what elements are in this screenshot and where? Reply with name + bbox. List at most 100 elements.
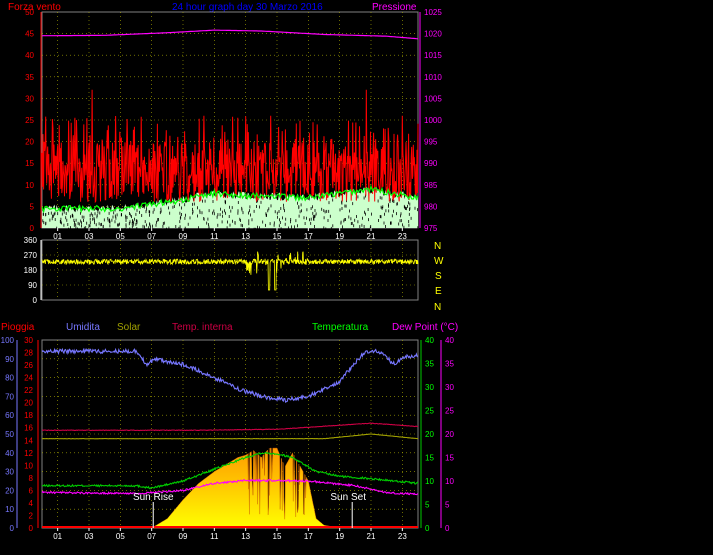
x-tick-label: 09 xyxy=(179,532,188,541)
humidity-series xyxy=(41,347,419,403)
solar-line xyxy=(42,433,418,440)
humidity-label: Umidita xyxy=(66,322,100,333)
wind-left-axis: 0 5 10 15 20 25 30 35 40 45 50 xyxy=(25,8,42,233)
rain-tick-label: 8 xyxy=(29,474,34,483)
dew-point-label: Dew Point (°C) xyxy=(392,322,458,333)
dew-point-tick-label: 30 xyxy=(445,383,454,392)
wind-panel: 05101520253035404550 9759809859909951000… xyxy=(25,8,442,241)
pressure-tick-label: 995 xyxy=(424,138,438,147)
rain-tick-label: 22 xyxy=(24,386,33,395)
wind-average-fill xyxy=(42,186,419,231)
wind-x-axis: 01 03 05 07 09 11 13 15 17 19 21 23 xyxy=(53,228,407,241)
pressure-tick-label: 975 xyxy=(424,224,438,233)
pressure-tick-label: 1015 xyxy=(424,51,442,60)
dew-point-tick-label: 10 xyxy=(445,477,454,486)
compass-e: E xyxy=(435,286,442,297)
wind-tick-label: 40 xyxy=(25,51,34,60)
wind-tick-label: 25 xyxy=(25,116,34,125)
solar-label: Solar xyxy=(117,322,141,333)
temperature-axis: 0 5 10 15 20 25 30 35 40 xyxy=(420,336,434,533)
humidity-tick-label: 50 xyxy=(5,430,14,439)
compass-s: S xyxy=(435,271,442,282)
x-tick-label: 13 xyxy=(241,532,250,541)
temperature-tick-label: 20 xyxy=(425,430,434,439)
rain-tick-label: 2 xyxy=(29,511,34,520)
temperature-tick-label: 15 xyxy=(425,454,434,463)
wind-tick-label: 35 xyxy=(25,73,34,82)
temperature-tick-label: 10 xyxy=(425,477,434,486)
dew-point-tick-label: 20 xyxy=(445,430,454,439)
humidity-tick-label: 10 xyxy=(5,505,14,514)
humidity-axis: 0 10 20 30 40 50 60 70 80 90 100 xyxy=(1,336,18,533)
humidity-tick-label: 90 xyxy=(5,355,14,364)
temperature-tick-label: 35 xyxy=(425,360,434,369)
pressure-tick-label: 1025 xyxy=(424,8,442,17)
dew-point-tick-label: 25 xyxy=(445,407,454,416)
humidity-tick-label: 80 xyxy=(5,374,14,383)
rain-tick-label: 6 xyxy=(29,486,34,495)
temperature-label: Temperatura xyxy=(312,322,369,333)
temp-internal-line xyxy=(41,422,419,432)
x-tick-label: 07 xyxy=(147,532,156,541)
wind-tick-label: 45 xyxy=(25,30,34,39)
direction-tick-label: 0 xyxy=(33,296,38,305)
pressure-tick-label: 985 xyxy=(424,181,438,190)
x-tick-label: 17 xyxy=(304,532,313,541)
x-tick-label: 11 xyxy=(210,532,219,541)
temperature-tick-label: 30 xyxy=(425,383,434,392)
pressure-tick-label: 980 xyxy=(424,202,438,211)
rain-tick-label: 14 xyxy=(24,436,33,445)
rain-tick-label: 24 xyxy=(24,374,33,383)
rain-tick-label: 4 xyxy=(29,499,34,508)
dew-point-axis: 0 5 10 15 20 25 30 35 40 xyxy=(440,336,454,533)
direction-grid xyxy=(42,240,418,300)
solar-series xyxy=(42,433,418,440)
dew-point-tick-label: 35 xyxy=(445,360,454,369)
humidity-tick-label: 20 xyxy=(5,486,14,495)
temperature-tick-label: 40 xyxy=(425,336,434,345)
rain-tick-label: 12 xyxy=(24,449,33,458)
wind-tick-label: 30 xyxy=(25,94,34,103)
pressure-tick-label: 990 xyxy=(424,159,438,168)
rain-label: Pioggia xyxy=(1,322,35,333)
direction-panel: 0 90 180 270 360 N W S E N xyxy=(24,236,444,313)
x-tick-label: 19 xyxy=(335,532,344,541)
compass-n-top: N xyxy=(434,241,441,252)
compass-labels: N W S E N xyxy=(434,241,444,313)
solar-fill-area xyxy=(151,447,340,529)
weather-dashboard: Forza vento 24 hour graph day 30 Marzo 2… xyxy=(1,2,459,541)
dew-point-tick-label: 5 xyxy=(445,501,450,510)
wind-tick-label: 10 xyxy=(25,181,34,190)
rain-tick-label: 30 xyxy=(24,336,33,345)
sun-set-label: Sun Set xyxy=(330,492,366,503)
dew-point-tick-label: 40 xyxy=(445,336,454,345)
humidity-line xyxy=(41,347,419,403)
rain-tick-label: 28 xyxy=(24,349,33,358)
wind-tick-label: 5 xyxy=(30,202,35,211)
wind-gust-line xyxy=(41,89,419,204)
atmosphere-panel: 024681012141618202224262830 010203040506… xyxy=(1,336,455,541)
temp-internal-label: Temp. interna xyxy=(172,322,233,333)
direction-tick-label: 90 xyxy=(28,281,37,290)
pressure-tick-label: 1000 xyxy=(424,116,442,125)
direction-tick-label: 360 xyxy=(24,236,38,245)
x-tick-label: 01 xyxy=(53,532,62,541)
wind-tick-label: 20 xyxy=(25,138,34,147)
atmosphere-x-axis: 01 03 05 07 09 11 13 15 17 19 21 23 xyxy=(53,528,407,541)
wind-title: Forza vento xyxy=(8,2,61,13)
pressure-tick-label: 1005 xyxy=(424,94,442,103)
rain-tick-label: 16 xyxy=(24,424,33,433)
dew-point-tick-label: 15 xyxy=(445,454,454,463)
x-tick-label: 05 xyxy=(116,532,125,541)
rain-tick-label: 18 xyxy=(24,411,33,420)
rain-tick-label: 26 xyxy=(24,361,33,370)
compass-w: W xyxy=(434,256,444,267)
dew-point-tick-label: 0 xyxy=(445,524,450,533)
x-tick-label: 23 xyxy=(398,532,407,541)
humidity-tick-label: 30 xyxy=(5,468,14,477)
direction-axis: 0 90 180 270 360 xyxy=(24,236,42,305)
x-tick-label: 21 xyxy=(367,532,376,541)
pressure-series xyxy=(41,29,419,40)
x-tick-label: 15 xyxy=(273,532,282,541)
direction-line xyxy=(41,251,419,291)
